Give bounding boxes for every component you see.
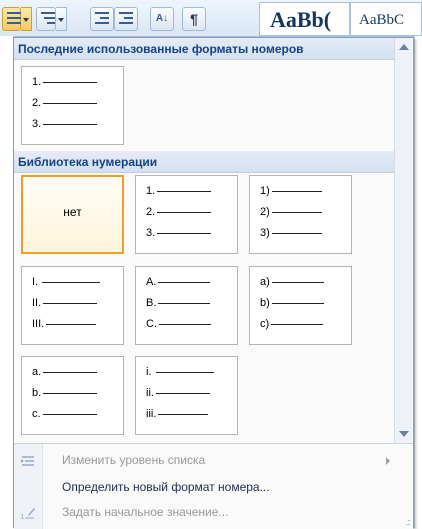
gallery-scrollbar[interactable]	[394, 38, 412, 443]
none-label: нет	[63, 205, 82, 219]
change-list-level-label: Изменить уровень списка	[62, 453, 206, 467]
list-marker: 3.	[32, 118, 42, 130]
numbering-menu: Изменить уровень списка Определить новый…	[14, 443, 413, 529]
multilevel-dropdown-arrow[interactable]	[56, 7, 67, 31]
style-gallery-item-normal[interactable]: AaBbC	[350, 2, 422, 36]
submenu-arrow-icon	[386, 457, 390, 465]
list-marker: II.	[32, 297, 42, 309]
list-marker: b.	[32, 387, 42, 399]
list-marker: c)	[260, 318, 270, 330]
list-marker: 1.	[32, 76, 42, 88]
decrease-indent-icon	[95, 12, 109, 26]
change-list-level-item[interactable]: Изменить уровень списка	[14, 449, 413, 473]
list-marker: A.	[146, 276, 157, 288]
define-new-number-format-label: Определить новый формат номера...	[62, 480, 270, 494]
recent-format-tile[interactable]: 1. 2. 3.	[21, 66, 124, 145]
list-marker: 3)	[260, 227, 270, 239]
list-marker: a.	[32, 366, 42, 378]
document-area-right	[414, 36, 422, 528]
list-marker: b)	[260, 297, 270, 309]
svg-text:1: 1	[20, 513, 24, 521]
numbered-list-icon	[7, 12, 21, 26]
sort-button[interactable]: A↓	[150, 7, 174, 31]
numbering-button[interactable]	[2, 7, 21, 31]
format-tile-alpha-lower-paren[interactable]: a) b) c)	[249, 266, 352, 345]
list-marker: 1)	[260, 185, 270, 197]
list-marker: 3.	[146, 227, 156, 239]
set-numbering-value-label: Задать начальное значение...	[62, 505, 229, 519]
increase-indent-icon	[119, 12, 133, 26]
list-marker: c.	[32, 408, 41, 420]
scroll-up-arrow-icon[interactable]	[399, 44, 409, 50]
list-marker: I.	[32, 276, 39, 288]
set-numbering-value-item[interactable]: 1 Задать начальное значение...	[14, 501, 413, 525]
format-tile-roman-lower[interactable]: i. ii. iii.	[135, 356, 238, 435]
list-marker: III.	[32, 318, 45, 330]
list-marker: C.	[146, 318, 157, 330]
format-tile-none[interactable]: нет	[21, 175, 124, 254]
style-gallery-item-heading[interactable]: AaBb(	[259, 2, 350, 36]
multilevel-list-button[interactable]	[36, 7, 56, 31]
increase-indent-button[interactable]	[114, 7, 138, 31]
format-tile-decimal-dot[interactable]: 1. 2. 3.	[135, 175, 238, 254]
list-marker: ii.	[146, 387, 154, 399]
ribbon-toolbar: A↓ ¶ AaBb( AaBbC	[0, 0, 422, 37]
define-new-number-format-item[interactable]: Определить новый формат номера...	[14, 476, 413, 500]
list-marker: iii.	[146, 408, 157, 420]
set-numbering-value-icon: 1	[20, 505, 36, 521]
list-marker: i.	[146, 366, 152, 378]
list-marker: 2)	[260, 206, 270, 218]
list-marker: B.	[146, 297, 157, 309]
format-tile-alpha-upper[interactable]: A. B. C.	[135, 266, 238, 345]
format-tile-decimal-paren[interactable]: 1) 2) 3)	[249, 175, 352, 254]
numbering-dropdown-arrow[interactable]	[21, 7, 32, 31]
sort-icon: A↓	[155, 13, 169, 24]
list-marker: 2.	[146, 206, 156, 218]
numbering-library-dropdown: Последние использованные форматы номеров…	[13, 37, 414, 529]
multilevel-list-icon	[41, 12, 55, 26]
numbering-library-header: Библиотека нумерации	[14, 151, 394, 173]
list-marker: a)	[260, 276, 270, 288]
change-list-level-icon	[20, 453, 36, 469]
document-area-left	[0, 36, 13, 528]
list-marker: 2.	[32, 97, 42, 109]
format-tile-alpha-lower-dot[interactable]: a. b. c.	[21, 356, 124, 435]
recent-formats-header: Последние использованные форматы номеров	[14, 38, 394, 60]
format-tile-roman-upper[interactable]: I. II. III.	[21, 266, 124, 345]
scroll-down-arrow-icon[interactable]	[399, 431, 409, 437]
decrease-indent-button[interactable]	[90, 7, 114, 31]
list-marker: 1.	[146, 185, 156, 197]
show-formatting-button[interactable]: ¶	[182, 7, 206, 31]
resize-grip-icon[interactable]: .::	[405, 517, 410, 527]
pilcrow-icon: ¶	[190, 11, 198, 27]
